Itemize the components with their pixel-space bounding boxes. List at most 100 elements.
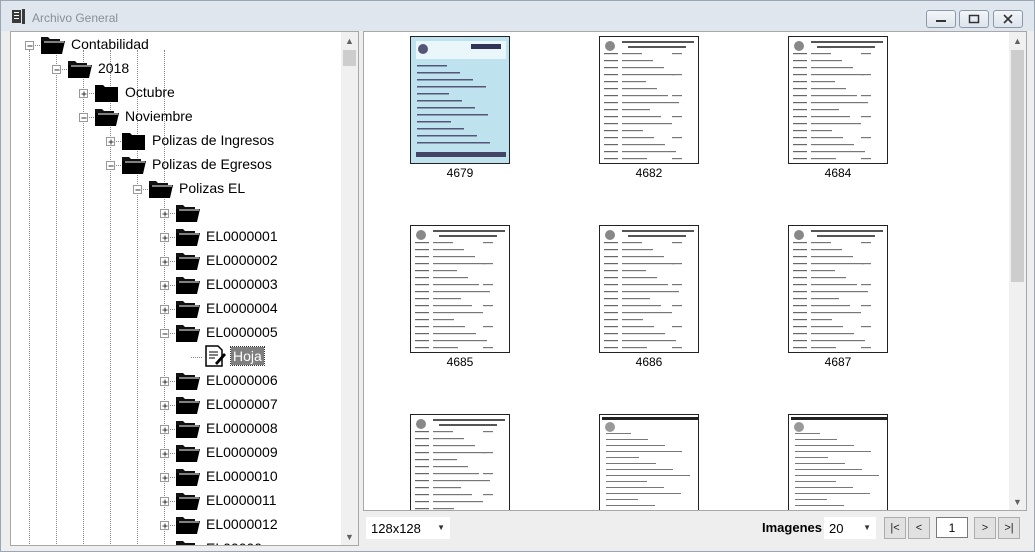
- next-page-icon: >: [981, 522, 989, 534]
- minimize-button[interactable]: [926, 10, 956, 28]
- tree-node[interactable]: EL0000003: [175, 272, 280, 296]
- thumbnail-item[interactable]: [370, 410, 550, 510]
- tree-node[interactable]: Hoja: [202, 344, 265, 368]
- scroll-down-arrow-icon[interactable]: ▼: [341, 528, 358, 545]
- thumbnail-size-value: 128x128: [371, 521, 421, 536]
- expand-icon[interactable]: [160, 497, 169, 506]
- collapse-icon[interactable]: [160, 329, 169, 338]
- thumbnail-item[interactable]: 4682: [559, 32, 739, 192]
- thumbnail-item[interactable]: 4687: [748, 221, 928, 381]
- collapse-icon[interactable]: [25, 41, 34, 50]
- folder-open-icon: [40, 33, 66, 55]
- expand-icon[interactable]: [106, 137, 115, 146]
- last-page-icon: >|: [1004, 522, 1014, 534]
- tree-node-label: Octubre: [125, 84, 175, 100]
- document-thumbnail-image[interactable]: [788, 36, 888, 164]
- tree-node[interactable]: EL0000010: [175, 464, 280, 488]
- tree-node[interactable]: Contabilidad: [40, 32, 151, 56]
- expand-icon[interactable]: [160, 209, 169, 218]
- tree-node[interactable]: EL0000002: [175, 248, 280, 272]
- scroll-up-arrow-icon[interactable]: ▲: [341, 32, 358, 49]
- tree-node-label: [204, 211, 208, 213]
- thumbnail-item[interactable]: 4685: [370, 221, 550, 381]
- window-title: Archivo General: [32, 11, 119, 25]
- tree-node[interactable]: Polizas EL: [148, 176, 247, 200]
- tree-node[interactable]: EL0000009: [175, 440, 280, 464]
- document-thumbnail-image[interactable]: [599, 36, 699, 164]
- document-thumbnail-image[interactable]: [599, 414, 699, 510]
- scroll-thumb[interactable]: [343, 50, 356, 66]
- expand-icon[interactable]: [160, 449, 169, 458]
- expand-icon[interactable]: [160, 281, 169, 290]
- tree-node[interactable]: EL0000004: [175, 296, 280, 320]
- tree-node-label: Polizas EL: [179, 180, 246, 196]
- thumbnail-size-select[interactable]: 128x128 ▼: [366, 517, 450, 539]
- gallery-vertical-scrollbar[interactable]: ▲ ▼: [1009, 32, 1026, 510]
- thumbnail-item[interactable]: 4679: [370, 32, 550, 192]
- document-thumbnail-image[interactable]: [410, 414, 510, 510]
- document-thumbnail-image[interactable]: [788, 225, 888, 353]
- thumbnail-item[interactable]: 4686: [559, 221, 739, 381]
- tree-node[interactable]: EL0000008: [175, 416, 280, 440]
- expand-icon[interactable]: [160, 545, 169, 546]
- tree-node[interactable]: EL0000005: [175, 320, 280, 344]
- folder-open-icon: [175, 273, 201, 295]
- collapse-icon[interactable]: [52, 65, 61, 74]
- collapse-icon[interactable]: [106, 161, 115, 170]
- expand-icon[interactable]: [160, 473, 169, 482]
- tree-node[interactable]: Noviembre: [94, 104, 195, 128]
- thumbnail-item[interactable]: [748, 410, 928, 510]
- tree-connector: [56, 50, 57, 545]
- tree-node[interactable]: [175, 200, 208, 224]
- tree-node[interactable]: EL0000007: [175, 392, 280, 416]
- expand-icon[interactable]: [160, 305, 169, 314]
- tree-node[interactable]: Polizas de Ingresos: [121, 128, 276, 152]
- tree-node[interactable]: EL0000001: [175, 224, 280, 248]
- expand-icon[interactable]: [160, 233, 169, 242]
- tree-vertical-scrollbar[interactable]: ▲ ▼: [341, 32, 358, 545]
- tree-node[interactable]: EL00000: [175, 536, 264, 545]
- tree-node-label: Polizas de Egresos: [152, 156, 272, 172]
- close-button[interactable]: [993, 10, 1023, 28]
- previous-page-button[interactable]: <: [908, 517, 930, 539]
- page-number-input[interactable]: 1: [936, 517, 968, 538]
- folder-open-icon: [175, 465, 201, 487]
- images-per-page-select[interactable]: 20 ▼: [824, 517, 876, 539]
- tree-node-label: EL0000008: [206, 420, 278, 436]
- folder-open-icon: [94, 105, 120, 127]
- tree-node-label: Polizas de Ingresos: [152, 132, 275, 148]
- scroll-up-arrow-icon[interactable]: ▲: [1009, 32, 1026, 49]
- maximize-icon: [968, 14, 980, 24]
- tree-node[interactable]: EL0000011: [175, 488, 279, 512]
- document-thumbnail-image[interactable]: [410, 225, 510, 353]
- document-thumbnail-image[interactable]: [788, 414, 888, 510]
- expand-icon[interactable]: [160, 377, 169, 386]
- scroll-thumb[interactable]: [1011, 50, 1024, 282]
- document-thumbnail-image[interactable]: [410, 36, 510, 164]
- thumbnail-item[interactable]: 4684: [748, 32, 928, 192]
- next-page-button[interactable]: >: [974, 517, 996, 539]
- tree-node[interactable]: EL0000006: [175, 368, 280, 392]
- maximize-button[interactable]: [959, 10, 989, 28]
- expand-icon[interactable]: [160, 521, 169, 530]
- document-thumbnail-image[interactable]: [599, 225, 699, 353]
- collapse-icon[interactable]: [79, 113, 88, 122]
- expand-icon[interactable]: [160, 425, 169, 434]
- folder-tree[interactable]: Contabilidad 2018 Octubre Noviembre Polizas …: [10, 31, 359, 546]
- tree-node[interactable]: Octubre: [94, 80, 177, 104]
- expand-icon[interactable]: [160, 257, 169, 266]
- thumbnail-caption: 4685: [446, 355, 474, 369]
- collapse-icon[interactable]: [133, 185, 142, 194]
- first-page-button[interactable]: |<: [884, 517, 906, 539]
- thumbnail-item[interactable]: [559, 410, 739, 510]
- title-bar[interactable]: Archivo General: [1, 1, 1034, 31]
- tree-node[interactable]: Polizas de Egresos: [121, 152, 274, 176]
- tree-node[interactable]: 2018: [67, 56, 131, 80]
- last-page-button[interactable]: >|: [998, 517, 1020, 539]
- tree-node[interactable]: EL0000012: [175, 512, 280, 536]
- tree-connector: [29, 50, 30, 545]
- expand-icon[interactable]: [79, 89, 88, 98]
- expand-icon[interactable]: [160, 401, 169, 410]
- folder-open-icon: [175, 441, 201, 463]
- scroll-down-arrow-icon[interactable]: ▼: [1009, 493, 1026, 510]
